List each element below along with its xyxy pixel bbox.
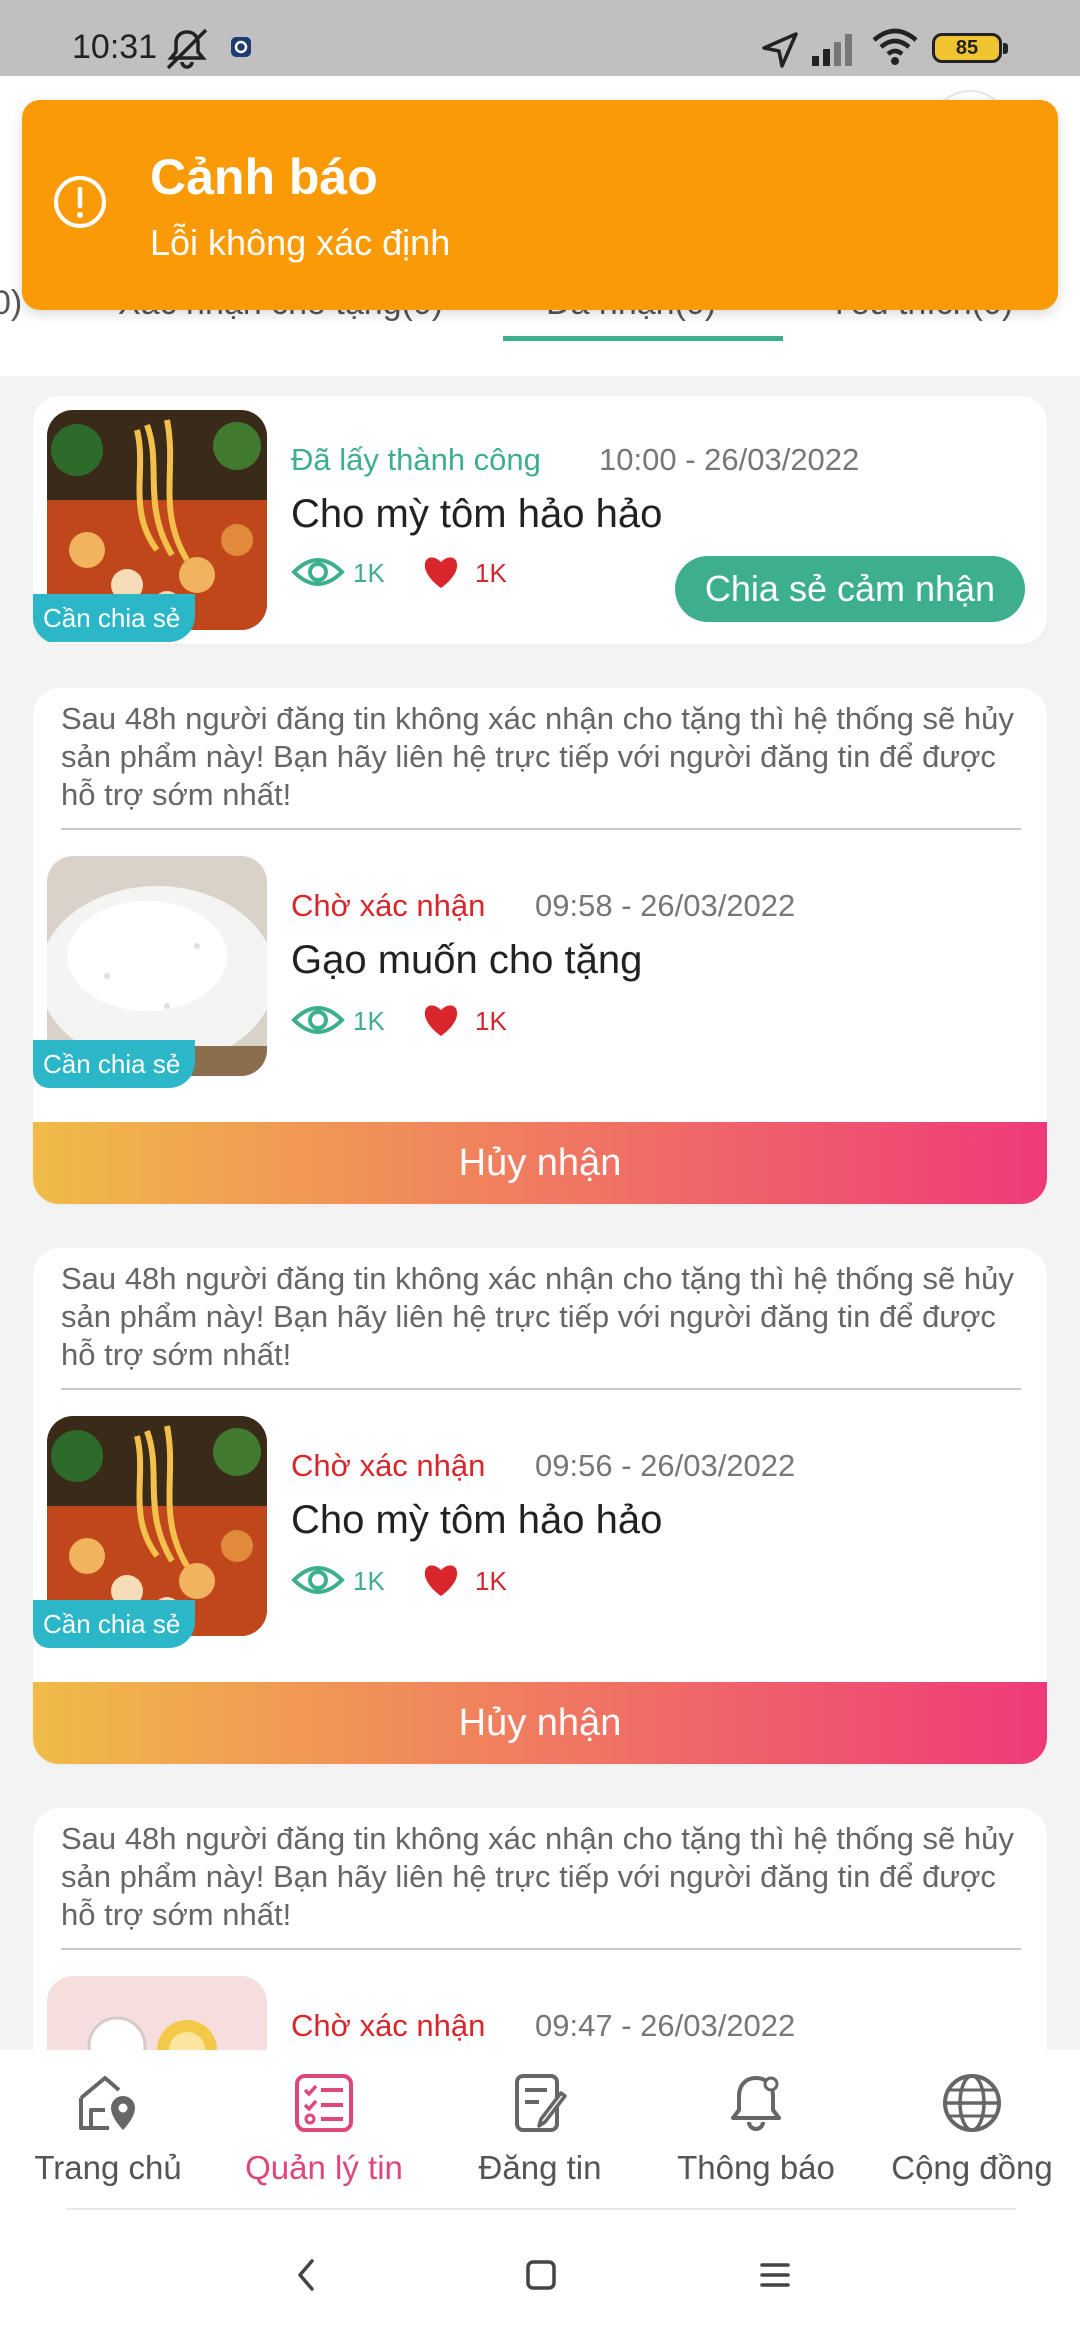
cancel-receive-button[interactable]: Hủy nhận <box>33 1122 1047 1204</box>
back-icon[interactable] <box>292 2255 322 2295</box>
mute-notifications-icon <box>166 28 208 70</box>
post-title: Cho mỳ tôm hảo hảo <box>291 1498 663 1542</box>
nav-label: Quản lý tin <box>245 2149 403 2186</box>
share-feedback-button[interactable]: Chia sẻ cảm nhận <box>675 556 1025 622</box>
share-needed-tag: Cần chia sẻ <box>33 1600 195 1648</box>
bell-icon <box>731 2076 781 2131</box>
post-status: Chờ xác nhận <box>291 1448 486 1483</box>
divider <box>66 2208 1016 2210</box>
globe-icon <box>943 2074 1001 2132</box>
like-count: 1K <box>475 1006 507 1036</box>
eye-icon <box>291 558 345 586</box>
nav-label: Cộng đồng <box>891 2149 1053 2186</box>
eye-icon <box>291 1006 345 1034</box>
divider <box>61 1948 1021 1950</box>
home-square-icon[interactable] <box>524 2255 558 2295</box>
nav-manage-posts[interactable]: Quản lý tin <box>216 2070 432 2187</box>
view-count: 1K <box>353 1006 385 1036</box>
battery-indicator: 85 <box>932 33 1008 63</box>
divider <box>61 828 1021 830</box>
post-card[interactable]: Sau 48h người đăng tin không xác nhận ch… <box>33 1248 1047 1764</box>
like-count: 1K <box>475 1566 507 1596</box>
auto-cancel-notice: Sau 48h người đăng tin không xác nhận ch… <box>61 701 1014 812</box>
post-status: Chờ xác nhận <box>291 2008 486 2043</box>
wifi-icon <box>872 28 918 65</box>
share-needed-tag: Cần chia sẻ <box>33 594 195 642</box>
post-status: Chờ xác nhận <box>291 888 486 923</box>
nav-community[interactable]: Cộng đồng <box>864 2070 1080 2187</box>
nav-label: Thông báo <box>677 2149 835 2186</box>
status-bar: 10:31 85 <box>0 0 1080 76</box>
post-date: 10:00 - 26/03/2022 <box>599 442 860 477</box>
post-status: Đã lấy thành công <box>291 442 541 477</box>
nav-home[interactable]: Trang chủ <box>0 2070 216 2187</box>
like-count: 1K <box>475 558 507 588</box>
home-location-icon <box>79 2076 135 2130</box>
post-card[interactable]: Cần chia sẻ Đã lấy thành công 10:00 - 26… <box>33 396 1047 644</box>
post-date: 09:58 - 26/03/2022 <box>535 888 796 923</box>
post-edit-icon <box>515 2074 567 2132</box>
auto-cancel-notice: Sau 48h người đăng tin không xác nhận ch… <box>61 1261 1014 1372</box>
alert-circle-icon <box>54 176 106 228</box>
bottom-navigation: Trang chủ Quản lý tin Đăng tin Thông báo <box>0 2050 1080 2340</box>
location-arrow-icon <box>762 32 798 68</box>
nav-label: Đăng tin <box>478 2149 602 2186</box>
tab-previous[interactable]: 0) <box>0 284 22 323</box>
divider <box>61 1388 1021 1390</box>
auto-cancel-notice: Sau 48h người đăng tin không xác nhận ch… <box>61 1821 1014 1932</box>
view-count: 1K <box>353 1566 385 1596</box>
warning-toast[interactable]: Cảnh báo Lỗi không xác định <box>22 100 1058 310</box>
toast-message: Lỗi không xác định <box>150 222 451 263</box>
post-title: Cho mỳ tôm hảo hảo <box>291 492 663 536</box>
post-date: 09:47 - 26/03/2022 <box>535 2008 796 2043</box>
checklist-icon <box>295 2074 353 2132</box>
app-notification-icon <box>231 37 251 57</box>
cellular-signal-icon <box>812 34 852 66</box>
heart-icon <box>424 1005 458 1036</box>
cancel-receive-button[interactable]: Hủy nhận <box>33 1682 1047 1764</box>
heart-icon <box>424 557 458 588</box>
share-needed-tag: Cần chia sẻ <box>33 1040 195 1088</box>
nav-notifications[interactable]: Thông báo <box>648 2070 864 2187</box>
view-count: 1K <box>353 558 385 588</box>
post-card[interactable]: Sau 48h người đăng tin không xác nhận ch… <box>33 688 1047 1204</box>
post-title: Gạo muốn cho tặng <box>291 938 643 982</box>
eye-icon <box>291 1566 345 1594</box>
nav-create-post[interactable]: Đăng tin <box>432 2070 648 2187</box>
status-time: 10:31 <box>72 28 158 66</box>
heart-icon <box>424 1565 458 1596</box>
toast-title: Cảnh báo <box>150 149 378 205</box>
nav-label: Trang chủ <box>34 2149 182 2186</box>
recent-apps-icon[interactable] <box>758 2255 792 2295</box>
active-tab-indicator <box>503 336 783 341</box>
post-date: 09:56 - 26/03/2022 <box>535 1448 796 1483</box>
